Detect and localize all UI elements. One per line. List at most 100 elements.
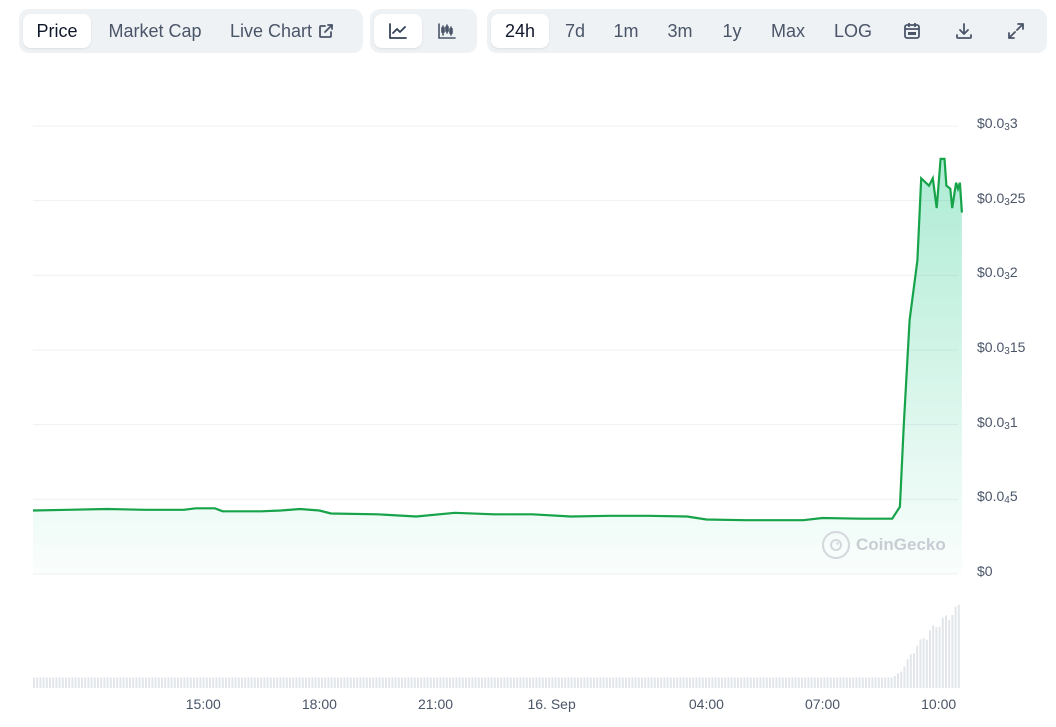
volume-bar xyxy=(820,677,823,688)
volume-bar xyxy=(954,606,957,688)
volume-bar xyxy=(679,677,682,688)
volume-bar xyxy=(669,677,672,688)
volume-bar xyxy=(644,677,647,688)
volume-bar xyxy=(65,677,67,688)
volume-bar xyxy=(740,677,743,688)
volume-bar xyxy=(785,677,787,688)
volume-bar xyxy=(807,677,810,688)
volume-bar xyxy=(388,677,391,688)
volume-bar xyxy=(689,677,691,688)
volume-bar xyxy=(519,677,522,688)
volume-bar xyxy=(762,677,765,688)
volume-bar xyxy=(609,677,611,688)
volume-bar xyxy=(909,654,912,688)
volume-bar xyxy=(890,677,893,688)
volume-bar xyxy=(164,677,167,688)
volume-bar xyxy=(381,677,384,688)
price-area xyxy=(33,158,962,574)
volume-bar xyxy=(663,677,666,688)
volume-bar xyxy=(237,677,240,688)
volume-bar xyxy=(61,677,64,688)
volume-bar xyxy=(794,677,797,688)
volume-bar xyxy=(788,677,791,688)
x-tick-label: 07:00 xyxy=(805,696,841,712)
volume-bar xyxy=(631,677,634,688)
volume-bar xyxy=(81,677,83,688)
volume-bar xyxy=(730,677,733,688)
volume-bar xyxy=(273,677,275,688)
volume-bar xyxy=(596,677,599,688)
volume-bar xyxy=(157,677,160,688)
volume-bar xyxy=(650,677,653,688)
volume-bar xyxy=(452,677,455,688)
volume-bar xyxy=(477,677,480,688)
volume-bar xyxy=(330,677,333,688)
volume-bar xyxy=(545,677,547,688)
volume-bar xyxy=(842,677,845,688)
volume-bar xyxy=(359,677,362,688)
volume-bar xyxy=(183,677,186,688)
volume-bar xyxy=(561,677,563,688)
volume-bar xyxy=(727,677,730,688)
volume-bar xyxy=(263,677,266,688)
volume-bar xyxy=(93,677,96,688)
volume-bar xyxy=(106,677,109,688)
volume-bar xyxy=(247,677,250,688)
volume-bar xyxy=(292,677,295,688)
volume-bar xyxy=(97,677,99,688)
y-tick-label: $0.031 xyxy=(977,413,1018,432)
volume-bar xyxy=(612,677,615,688)
volume-bar xyxy=(756,677,759,688)
volume-bar xyxy=(714,677,717,688)
volume-bar xyxy=(266,677,269,688)
volume-bar xyxy=(580,677,583,688)
volume-bar xyxy=(721,677,723,688)
volume-bar xyxy=(692,677,695,688)
volume-bar xyxy=(327,677,330,688)
volume-bar xyxy=(356,677,359,688)
x-tick-label: 18:00 xyxy=(301,696,337,712)
volume-bar xyxy=(509,677,512,688)
volume-bar xyxy=(605,677,608,688)
volume-bar xyxy=(916,645,919,688)
volume-bar xyxy=(621,677,624,688)
y-tick-label: $0.0325 xyxy=(977,189,1026,208)
volume-bar xyxy=(577,677,579,688)
volume-bar xyxy=(724,677,727,688)
volume-bar xyxy=(276,677,279,688)
volume-bar xyxy=(769,677,771,688)
volume-bar xyxy=(340,677,343,688)
volume-bar xyxy=(618,677,621,688)
volume-bar xyxy=(573,677,576,688)
volume-bar xyxy=(449,677,451,688)
volume-bar xyxy=(55,677,58,688)
volume-bar xyxy=(468,677,471,688)
volume-bar xyxy=(324,677,327,688)
volume-bar xyxy=(826,677,829,688)
volume-bar xyxy=(887,677,890,688)
volume-bar xyxy=(458,677,461,688)
price-chart[interactable]: $0.033 $0.0325 $0.032 $0.0315 $0.031 $0.045 $0… xyxy=(0,0,1056,727)
volume-bar xyxy=(922,638,925,688)
volume-bar xyxy=(903,666,906,688)
volume-bar xyxy=(234,677,237,688)
x-tick-label: 10:00 xyxy=(921,696,957,712)
volume-bar xyxy=(161,677,163,688)
volume-bar xyxy=(397,677,400,688)
volume-bar xyxy=(484,677,487,688)
volume-bar xyxy=(861,677,864,688)
volume-bar xyxy=(189,677,192,688)
volume-bar xyxy=(535,677,538,688)
volume-bar xyxy=(874,677,877,688)
volume-bar xyxy=(145,677,147,688)
volume-bar xyxy=(682,677,685,688)
volume-bar xyxy=(103,677,106,688)
volume-bar xyxy=(906,659,909,688)
volume-bar xyxy=(641,677,643,688)
volume-bar xyxy=(343,677,346,688)
volume-bar xyxy=(311,677,314,688)
volume-bar xyxy=(212,677,215,688)
volume-bar xyxy=(839,677,842,688)
volume-bar xyxy=(471,677,474,688)
volume-bar xyxy=(394,677,397,688)
